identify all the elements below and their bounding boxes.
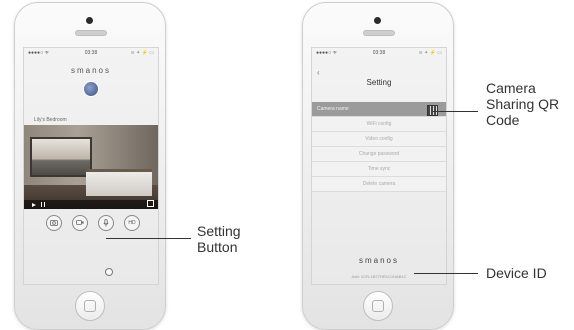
video-feed[interactable] bbox=[24, 125, 158, 209]
menu-item-time-sync[interactable]: Time sync bbox=[312, 162, 446, 177]
qr-code-annotation: Camera Sharing QR Code bbox=[486, 80, 574, 128]
brand-logo: smanos bbox=[358, 256, 399, 265]
annotation-line-3: Code bbox=[486, 112, 520, 128]
menu-item-delete-camera[interactable]: Delete camera bbox=[312, 177, 446, 192]
brand-logo: smanos bbox=[70, 66, 111, 75]
home-square-icon bbox=[84, 300, 96, 312]
menu-item-video-config[interactable]: Video config bbox=[312, 132, 446, 147]
earpiece-speaker bbox=[75, 30, 107, 36]
annotation-line-1: Camera bbox=[486, 80, 536, 96]
status-bar: ●●●●○ ᯤ 03:38 ≋ ✦ ⚡ ▭ bbox=[28, 50, 154, 58]
play-icon[interactable] bbox=[32, 203, 36, 207]
annotation-line-2: Button bbox=[197, 239, 238, 255]
phone-right: ●●●●○ ᯤ 03:38 ≋ ✦ ⚡ ▭ ‹ Setting Camera n… bbox=[302, 2, 454, 330]
home-square-icon bbox=[372, 300, 384, 312]
home-button bbox=[75, 291, 105, 321]
page-title: Setting bbox=[366, 78, 392, 87]
annotation-line-1: Setting bbox=[197, 223, 241, 239]
status-icons: ≋ ✦ ⚡ ▭ bbox=[418, 50, 443, 56]
setting-button-annotation-line bbox=[106, 238, 191, 239]
home-button bbox=[363, 291, 393, 321]
menu-item-label: Camera name bbox=[317, 106, 349, 112]
video-scene-bed bbox=[86, 169, 152, 196]
status-icons: ≋ ✦ ⚡ ▭ bbox=[130, 50, 155, 56]
device-id-annotation: Device ID bbox=[486, 265, 547, 281]
setting-button[interactable] bbox=[105, 268, 113, 276]
front-camera bbox=[86, 17, 93, 24]
fullscreen-icon[interactable] bbox=[147, 200, 154, 207]
camera-name-label: Lily's Bedroom bbox=[34, 117, 67, 123]
setting-screen: ●●●●○ ᯤ 03:38 ≋ ✦ ⚡ ▭ ‹ Setting Camera n… bbox=[311, 47, 447, 285]
live-view-screen: ●●●●○ ᯤ 03:38 ≋ ✦ ⚡ ▭ smanos Lily's Bedr… bbox=[23, 47, 159, 285]
hd-quality-button[interactable]: HD bbox=[124, 215, 140, 231]
status-bar: ●●●●○ ᯤ 03:38 ≋ ✦ ⚡ ▭ bbox=[316, 50, 442, 58]
menu-item-change-password[interactable]: Change password bbox=[312, 147, 446, 162]
video-scene-window bbox=[30, 137, 92, 177]
device-id-annotation-line bbox=[414, 273, 478, 274]
setting-button-annotation: Setting Button bbox=[197, 223, 241, 255]
pause-icon[interactable] bbox=[41, 202, 45, 207]
front-camera bbox=[374, 17, 381, 24]
menu-item-camera-name[interactable]: Camera name bbox=[312, 102, 446, 117]
device-id: Add: 1CFL1B77HR1C1HAB1C bbox=[351, 274, 407, 279]
record-video-icon[interactable] bbox=[72, 215, 88, 231]
microphone-icon[interactable] bbox=[98, 215, 114, 231]
phone-left: ●●●●○ ᯤ 03:38 ≋ ✦ ⚡ ▭ smanos Lily's Bedr… bbox=[14, 2, 166, 330]
qr-code-annotation-line bbox=[433, 111, 478, 112]
camera-avatar[interactable] bbox=[83, 81, 99, 97]
back-icon[interactable]: ‹ bbox=[317, 68, 320, 77]
earpiece-speaker bbox=[363, 30, 395, 36]
annotation-line-2: Sharing QR bbox=[486, 96, 560, 112]
snapshot-camera-icon[interactable] bbox=[46, 215, 62, 231]
menu-item-wifi-config[interactable]: WiFi config bbox=[312, 117, 446, 132]
